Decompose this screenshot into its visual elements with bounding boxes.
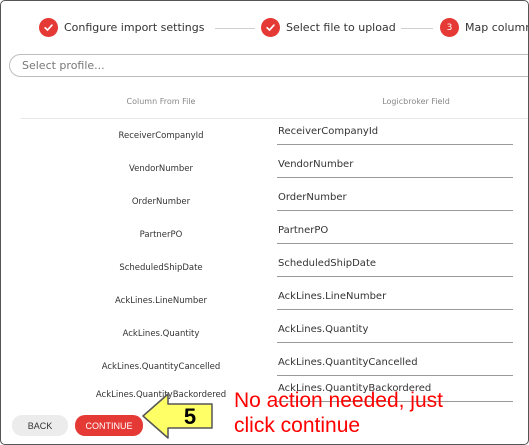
logicbroker-field-select[interactable]: ReceiverCompanyId — [277, 126, 513, 145]
callout-step-number: 5 — [183, 404, 197, 429]
mapping-row: ReceiverCompanyId ReceiverCompanyId — [1, 119, 528, 152]
mapping-row: ScheduledShipDate ScheduledShipDate — [1, 251, 528, 284]
step-label: Select file to upload — [286, 21, 396, 34]
import-stepper: Configure import settings Select file to… — [1, 1, 529, 51]
import-wizard: Configure import settings Select file to… — [0, 0, 529, 445]
column-header-logicbroker-field: Logicbroker Field — [382, 97, 450, 106]
column-header-from-file: Column From File — [126, 97, 196, 106]
step-label: Map column — [465, 21, 529, 34]
select-profile-placeholder: Select profile... — [22, 59, 105, 72]
logicbroker-field-select[interactable]: AckLines.Quantity — [277, 324, 513, 343]
source-column: AckLines.Quantity — [122, 329, 200, 339]
check-icon — [261, 18, 280, 37]
mapping-row: AckLines.Quantity AckLines.Quantity — [1, 317, 528, 350]
check-icon — [39, 18, 58, 37]
annotation-note-line: click continue — [234, 414, 361, 437]
source-column: ScheduledShipDate — [119, 263, 203, 273]
step-connector — [401, 28, 433, 29]
source-column: AckLines.QuantityCancelled — [101, 362, 221, 372]
source-column: VendorNumber — [128, 164, 193, 174]
logicbroker-field-select[interactable]: VendorNumber — [277, 159, 513, 178]
source-column: PartnerPO — [139, 230, 183, 240]
select-profile-dropdown[interactable]: Select profile... — [9, 54, 528, 77]
step-configure-import-settings[interactable]: Configure import settings — [39, 18, 205, 37]
back-button[interactable]: BACK — [12, 415, 68, 436]
continue-button[interactable]: CONTINUE — [75, 415, 143, 436]
step-map-columns[interactable]: 3 Map column — [440, 18, 529, 37]
step-select-file[interactable]: Select file to upload — [261, 18, 396, 37]
source-column: OrderNumber — [131, 197, 191, 207]
source-column: AckLines.LineNumber — [115, 296, 207, 306]
mapping-row: OrderNumber OrderNumber — [1, 185, 528, 218]
step-connector — [215, 28, 255, 29]
step-number-badge: 3 — [440, 18, 459, 37]
logicbroker-field-select[interactable]: ScheduledShipDate — [277, 258, 513, 277]
logicbroker-field-select[interactable]: AckLines.LineNumber — [277, 291, 513, 310]
annotation-note: No action needed, just click continue — [234, 388, 529, 438]
logicbroker-field-select[interactable]: OrderNumber — [277, 192, 513, 211]
step-label: Configure import settings — [64, 21, 205, 34]
source-column: ReceiverCompanyId — [118, 131, 204, 141]
mapping-row: VendorNumber VendorNumber — [1, 152, 528, 185]
mapping-row: AckLines.LineNumber AckLines.LineNumber — [1, 284, 528, 317]
annotation-note-line: No action needed, just — [234, 389, 443, 412]
logicbroker-field-select[interactable]: AckLines.QuantityCancelled — [277, 357, 513, 376]
logicbroker-field-select[interactable]: PartnerPO — [277, 225, 513, 244]
mapping-row: PartnerPO PartnerPO — [1, 218, 528, 251]
mapping-row: AckLines.QuantityCancelled AckLines.Quan… — [1, 350, 528, 383]
